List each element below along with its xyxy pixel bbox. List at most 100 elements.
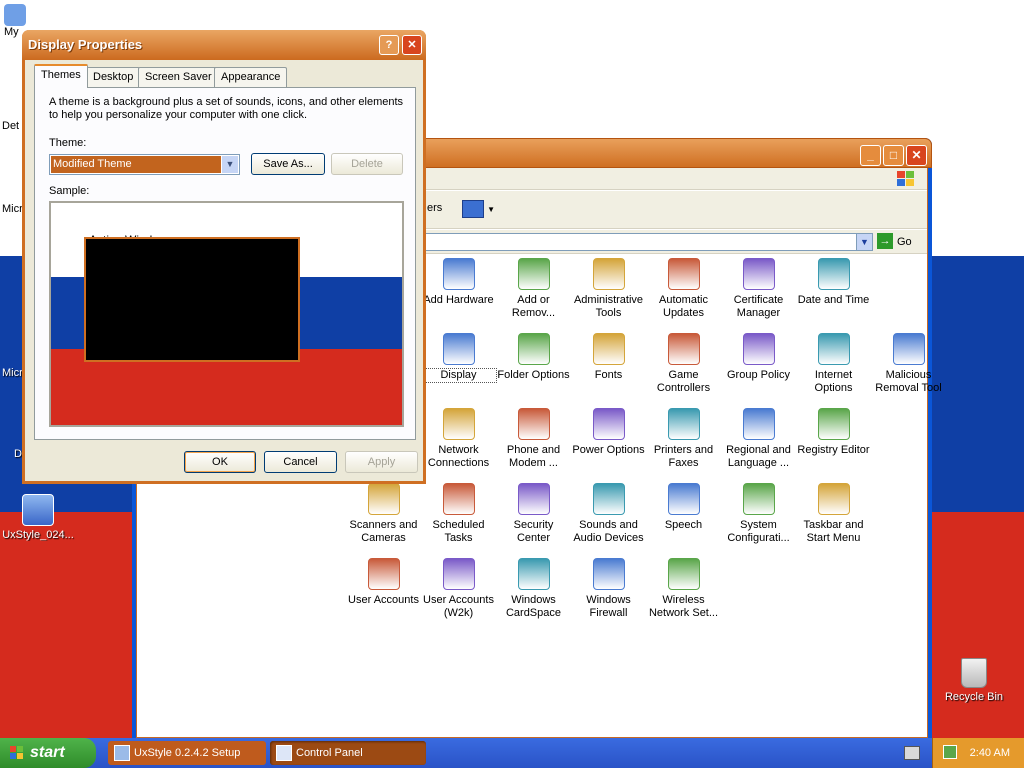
control-panel-item[interactable]: System Configurati... <box>721 483 796 545</box>
display-properties-dialog: Display Properties ? ✕ Themes Desktop Sc… <box>22 30 426 484</box>
wireless-network-icon <box>667 558 700 590</box>
control-panel-item-label: Game Controllers <box>656 369 711 394</box>
control-panel-item[interactable]: Power Options <box>571 408 646 457</box>
internet-options-icon <box>817 333 850 365</box>
clock[interactable]: 2:40 AM <box>970 738 1010 768</box>
control-panel-item[interactable]: Display <box>420 333 497 383</box>
installer-icon <box>22 494 54 526</box>
date-time-icon <box>817 258 850 290</box>
control-panel-item-label: User Accounts (W2k) <box>423 594 494 619</box>
dialog-title: Display Properties <box>28 37 143 52</box>
control-panel-item[interactable]: Printers and Faxes <box>646 408 721 470</box>
tab-desktop[interactable]: Desktop <box>86 67 141 87</box>
control-panel-item[interactable]: Speech <box>646 483 721 532</box>
control-panel-item-label: Fonts <box>594 369 623 381</box>
dialog-titlebar[interactable]: Display Properties ? ✕ <box>22 30 426 60</box>
control-panel-item-label: Display <box>420 368 497 383</box>
keyboard-icon[interactable] <box>904 746 920 760</box>
control-panel-item[interactable]: Administrative Tools <box>571 258 646 320</box>
tray-network-icon[interactable] <box>943 745 957 759</box>
taskbar: start UxStyle 0.2.4.2 Setup Control Pane… <box>0 738 1024 768</box>
control-panel-item[interactable]: Windows Firewall <box>571 558 646 620</box>
desktop-icon-recycle-bin[interactable]: Recycle Bin <box>936 658 1012 703</box>
fonts-icon <box>592 333 625 365</box>
control-panel-item-label: Date and Time <box>797 294 870 306</box>
control-panel-item[interactable]: Certificate Manager <box>721 258 796 320</box>
windows-cardspace-icon <box>517 558 550 590</box>
control-panel-item-label: Security Center <box>513 519 554 544</box>
control-panel-item[interactable]: Wireless Network Set... <box>646 558 721 620</box>
control-panel-item[interactable]: Security Center <box>496 483 571 545</box>
control-panel-item-label: Sounds and Audio Devices <box>573 519 644 544</box>
control-panel-item-label: Windows CardSpace <box>505 594 562 619</box>
control-panel-item[interactable]: User Accounts (W2k) <box>421 558 496 620</box>
delete-button[interactable]: Delete <box>331 153 403 175</box>
folder-options-icon <box>517 333 550 365</box>
control-panel-item[interactable]: Internet Options <box>796 333 871 395</box>
control-panel-item-label: Automatic Updates <box>659 294 708 319</box>
security-center-icon <box>517 483 550 515</box>
help-button[interactable]: ? <box>379 35 399 55</box>
control-panel-item[interactable]: Add or Remov... <box>496 258 571 320</box>
taskbar-item-uxstyle-setup[interactable]: UxStyle 0.2.4.2 Setup <box>108 741 266 765</box>
tab-themes[interactable]: Themes <box>34 64 88 88</box>
control-panel-item[interactable]: Scanners and Cameras <box>346 483 421 545</box>
go-arrow-icon: → <box>877 233 893 249</box>
control-panel-item[interactable]: Registry Editor <box>796 408 871 457</box>
theme-label: Theme: <box>49 137 87 149</box>
views-button[interactable]: ▼ <box>462 200 498 222</box>
save-as-button[interactable]: Save As... <box>251 153 325 175</box>
game-controllers-icon <box>667 333 700 365</box>
control-panel-item-label: Registry Editor <box>797 444 870 456</box>
control-panel-item[interactable]: Taskbar and Start Menu <box>796 483 871 545</box>
toolbar-folders-button[interactable]: ers <box>427 202 442 214</box>
control-panel-item-label: Internet Options <box>814 369 853 394</box>
control-panel-item[interactable]: Regional and Language ... <box>721 408 796 470</box>
themes-tab-panel: A theme is a background plus a set of so… <box>34 87 416 440</box>
dialog-close-button[interactable]: ✕ <box>402 35 422 55</box>
taskbar-item-label: UxStyle 0.2.4.2 Setup <box>134 747 241 759</box>
control-panel-item[interactable]: Windows CardSpace <box>496 558 571 620</box>
control-panel-item-label: Administrative Tools <box>573 294 644 319</box>
phone-modem-icon <box>517 408 550 440</box>
tab-screen-saver[interactable]: Screen Saver <box>138 67 219 87</box>
control-panel-item[interactable]: Game Controllers <box>646 333 721 395</box>
control-panel-item[interactable]: Add Hardware <box>421 258 496 307</box>
desktop-icon-label: Recycle Bin <box>944 691 1004 703</box>
taskbar-item-control-panel[interactable]: Control Panel <box>270 741 426 765</box>
control-panel-item[interactable]: Group Policy <box>721 333 796 382</box>
control-panel-item[interactable]: Phone and Modem ... <box>496 408 571 470</box>
automatic-updates-icon <box>667 258 700 290</box>
system-configuration-icon <box>742 483 775 515</box>
go-label: Go <box>897 236 912 248</box>
control-panel-item[interactable]: Malicious Removal Tool <box>871 333 946 395</box>
windows-firewall-icon <box>592 558 625 590</box>
ok-button[interactable]: OK <box>184 451 256 473</box>
control-panel-item[interactable]: Date and Time <box>796 258 871 307</box>
address-dropdown-button[interactable]: ▼ <box>856 234 872 250</box>
theme-description: A theme is a background plus a set of so… <box>49 96 404 121</box>
cancel-button[interactable]: Cancel <box>264 451 337 473</box>
control-panel-item[interactable]: Fonts <box>571 333 646 382</box>
control-panel-item[interactable]: Scheduled Tasks <box>421 483 496 545</box>
control-panel-item[interactable]: User Accounts <box>346 558 421 607</box>
control-panel-item-label: System Configurati... <box>727 519 790 544</box>
close-button[interactable]: ✕ <box>906 145 927 166</box>
network-connections-icon <box>442 408 475 440</box>
control-panel-item[interactable]: Automatic Updates <box>646 258 721 320</box>
apply-button[interactable]: Apply <box>345 451 418 473</box>
theme-select[interactable]: Modified Theme ▼ <box>49 154 240 175</box>
desktop-icon-uxstyle[interactable]: UxStyle_024... <box>0 494 76 541</box>
control-panel-item[interactable]: Folder Options <box>496 333 571 382</box>
minimize-button[interactable]: _ <box>860 145 881 166</box>
start-button[interactable]: start <box>0 738 96 768</box>
control-panel-item-label: Add Hardware <box>423 294 494 306</box>
control-panel-item[interactable]: Sounds and Audio Devices <box>571 483 646 545</box>
control-panel-item[interactable]: Network Connections <box>421 408 496 470</box>
maximize-button[interactable]: □ <box>883 145 904 166</box>
go-button[interactable]: → Go <box>877 233 921 251</box>
scanners-cameras-icon <box>367 483 400 515</box>
control-panel-item-label: Malicious Removal Tool <box>875 369 942 394</box>
tab-appearance[interactable]: Appearance <box>214 67 288 87</box>
power-options-icon <box>592 408 625 440</box>
